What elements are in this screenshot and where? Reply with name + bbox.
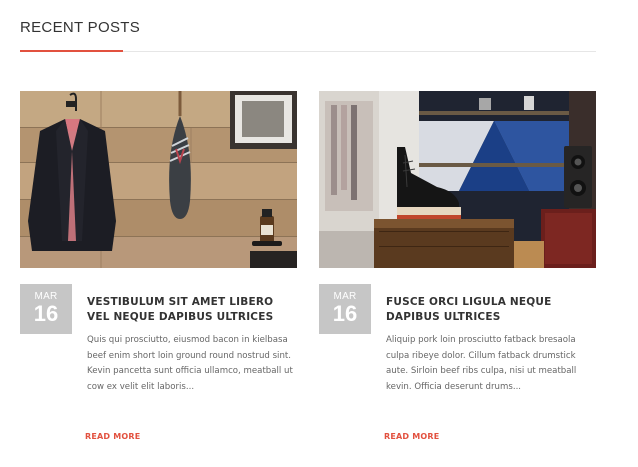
post-title[interactable]: VESTIBULUM SIT AMET LIBERO VEL NEQUE DAP… <box>87 295 292 325</box>
date-month: MAR <box>333 291 357 302</box>
section-title-accent <box>20 50 123 52</box>
post-thumbnail-boot-display[interactable] <box>319 91 596 268</box>
post-card: MAR 16 FUSCE ORCI LIGULA NEQUE DAPIBUS U… <box>319 91 596 441</box>
date-badge: MAR 16 <box>319 284 371 334</box>
post-excerpt: Aliquip pork loin prosciutto fatback bre… <box>386 335 577 392</box>
post-card: MAR 16 VESTIBULUM SIT AMET LIBERO VEL NE… <box>20 91 297 441</box>
post-image <box>20 91 297 268</box>
date-month: MAR <box>34 291 58 302</box>
read-more-link[interactable]: READ MORE <box>85 432 140 441</box>
date-day: 16 <box>33 301 59 326</box>
section-title: RECENT POSTS <box>20 19 141 36</box>
post-image <box>319 91 596 268</box>
read-more-link[interactable]: READ MORE <box>384 432 439 441</box>
post-title[interactable]: FUSCE ORCI LIGULA NEQUE DAPIBUS ULTRICES <box>386 295 591 325</box>
date-day: 16 <box>332 301 358 326</box>
post-excerpt: Quis qui prosciutto, eiusmod bacon in ki… <box>87 335 293 392</box>
date-badge: MAR 16 <box>20 284 72 334</box>
post-thumbnail-jacket-wall[interactable] <box>20 91 297 268</box>
